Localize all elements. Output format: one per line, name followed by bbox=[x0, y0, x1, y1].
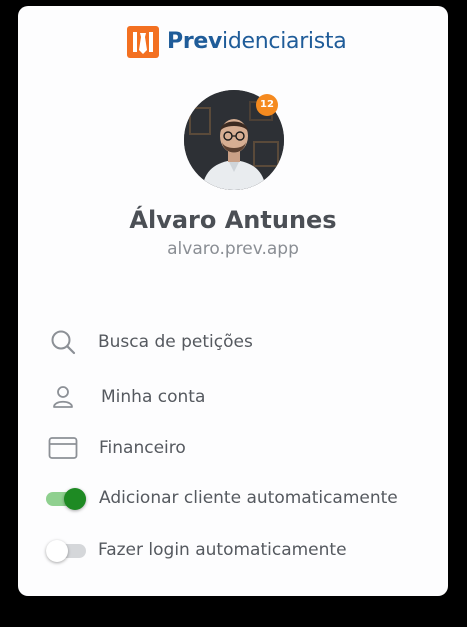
user-name: Álvaro Antunes bbox=[129, 206, 337, 234]
tie-logo-icon bbox=[127, 26, 159, 58]
auto-login-toggle[interactable] bbox=[46, 537, 86, 563]
menu-item-label: Financeiro bbox=[99, 438, 186, 458]
credit-card-icon bbox=[46, 431, 80, 465]
auto-add-client-toggle[interactable] bbox=[46, 485, 86, 511]
notification-badge[interactable]: 12 bbox=[256, 94, 278, 116]
profile-avatar-wrap[interactable]: 12 bbox=[184, 90, 284, 190]
menu-item-financial[interactable]: Financeiro bbox=[46, 430, 426, 466]
toggle-label: Adicionar cliente automaticamente bbox=[99, 488, 398, 508]
toggle-row-auto-login[interactable]: Fazer login automaticamente bbox=[46, 532, 426, 568]
menu-item-my-account[interactable]: Minha conta bbox=[46, 379, 426, 415]
brand-name: Previdenciarista bbox=[167, 25, 347, 59]
user-handle: alvaro.prev.app bbox=[167, 239, 299, 259]
search-icon bbox=[46, 325, 80, 359]
menu-item-search-petitions[interactable]: Busca de petições bbox=[46, 324, 426, 360]
user-icon bbox=[46, 380, 80, 414]
brand-logo: Previdenciarista bbox=[127, 25, 347, 59]
menu-item-label: Minha conta bbox=[101, 387, 206, 407]
account-menu-panel: Previdenciarista 12 Álvaro Antunes alvar… bbox=[18, 6, 448, 596]
menu-item-label: Busca de petições bbox=[98, 332, 253, 352]
toggle-row-auto-add-client[interactable]: Adicionar cliente automaticamente bbox=[46, 480, 426, 516]
toggle-label: Fazer login automaticamente bbox=[98, 540, 347, 560]
brand-name-part2: idenciarista bbox=[222, 29, 347, 54]
brand-name-part1: Prev bbox=[167, 29, 223, 54]
